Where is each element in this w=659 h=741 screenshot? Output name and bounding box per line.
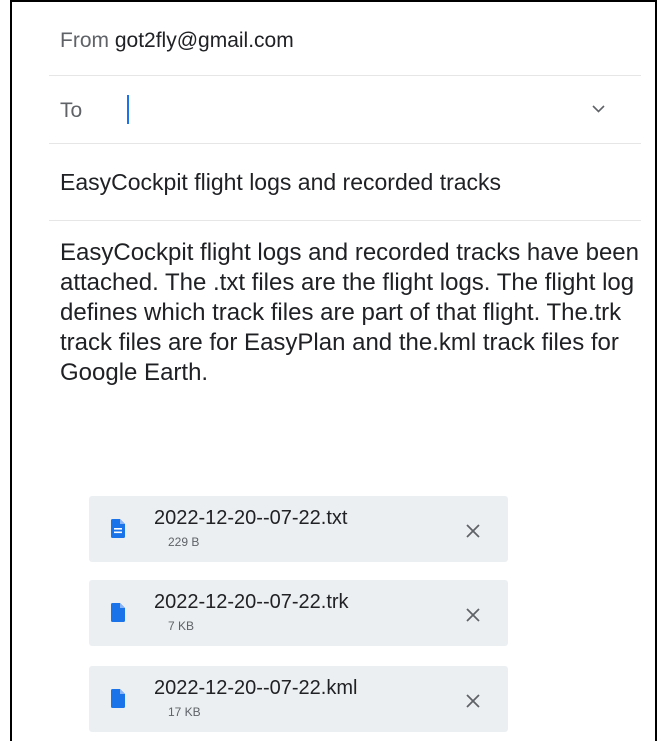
attachment-name: 2022-12-20--07-22.trk [154,591,349,613]
subject-row[interactable]: EasyCockpit flight logs and recorded tra… [49,144,641,221]
to-label: To [60,99,83,122]
attachment-size: 7 KB [168,619,195,633]
chevron-down-icon[interactable] [592,104,605,114]
file-icon [111,689,125,708]
from-address: got2fly@gmail.com [114,29,294,52]
to-input-caret[interactable] [127,95,129,124]
attachment-chip[interactable]: 2022-12-20--07-22.trk 7 KB [89,580,508,646]
from-label: From [60,29,109,52]
close-icon[interactable] [466,608,480,622]
attachment-size: 229 B [168,535,200,549]
file-icon [111,603,125,622]
attachment-chip[interactable]: 2022-12-20--07-22.txt 229 B [89,496,508,562]
attachment-name: 2022-12-20--07-22.kml [154,677,358,699]
attachment-size: 17 KB [168,705,201,719]
subject-field[interactable]: EasyCockpit flight logs and recorded tra… [60,169,501,196]
attachment-chip[interactable]: 2022-12-20--07-22.kml 17 KB [89,666,508,732]
document-text-icon [111,519,125,538]
from-row[interactable]: From got2fly@gmail.com [49,2,641,76]
close-icon[interactable] [466,524,480,538]
compose-window: From got2fly@gmail.com To EasyCockpit fl… [10,0,657,741]
to-row[interactable]: To [49,76,641,144]
attachment-name: 2022-12-20--07-22.txt [154,507,348,529]
message-body[interactable]: EasyCockpit flight logs and recorded tra… [60,238,640,388]
close-icon[interactable] [466,694,480,708]
from-field[interactable]: From got2fly@gmail.com [60,29,294,53]
